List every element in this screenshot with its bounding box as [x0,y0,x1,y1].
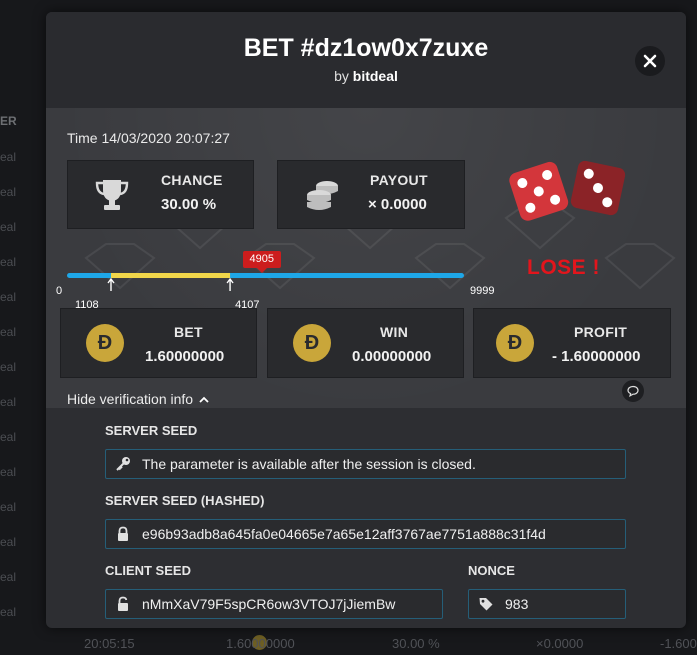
profit-label: PROFIT [574,324,628,340]
roll-range-bar [67,273,464,291]
chat-bubble-icon [627,385,639,397]
client-seed-label: CLIENT SEED [105,563,191,578]
client-seed-field[interactable]: nMmXaV79F5spCR6ow3VTOJ7jJiemBw [105,589,443,619]
background-payout: ×0.0000 [536,636,584,651]
chance-box: CHANCE 30.00 % [67,160,254,229]
win-range-segment [110,273,231,278]
modal-header: BET #dz1ow0x7zuxe by bitdeal [46,12,686,108]
background-row: eal [0,140,46,175]
profit-amount-box: Đ PROFIT - 1.60000000 [473,308,671,378]
background-column-header: ER [0,114,17,128]
background-row: eal [0,595,46,630]
background-row-text: eal [0,430,17,444]
background-row-text: eal [0,290,17,304]
range-max-label: 9999 [470,285,495,297]
background-row: eal [0,525,46,560]
background-row: eal [0,280,46,315]
coin-stack-icon [307,181,338,210]
background-row: eal [0,245,46,280]
background-row-text: eal [0,395,17,409]
payout-box: PAYOUT × 0.0000 [277,160,465,229]
coin-glyph: Đ [304,332,320,354]
chance-label: CHANCE [161,172,223,188]
background-profit: -1.600 [660,636,697,651]
coin-glyph: Đ [507,332,523,354]
payout-label: PAYOUT [370,172,428,188]
dice-icon [509,160,626,221]
background-row-text: eal [0,255,17,269]
modal-subtitle: by bitdeal [46,68,686,84]
subtitle-prefix: by [334,68,353,84]
hide-verification-toggle[interactable]: Hide verification info [67,391,209,407]
background-row-text: eal [0,535,17,549]
background-row-text: eal [0,500,17,514]
client-seed-value: nMmXaV79F5spCR6ow3VTOJ7jJiemBw [142,596,396,612]
background-row-text: eal [0,220,17,234]
background-row-text: eal [0,570,17,584]
hide-verification-label: Hide verification info [67,391,194,407]
server-seed-value: The parameter is available after the ses… [142,456,476,472]
chat-button[interactable] [622,380,644,402]
win-label: WIN [380,324,409,340]
background-row-text: eal [0,605,17,619]
background-row: eal [0,455,46,490]
bet-label: BET [174,324,203,340]
bet-time: Time 14/03/2020 20:07:27 [67,130,230,146]
background-row-text: eal [0,465,17,479]
key-icon [116,457,130,471]
win-range-end-arrow [226,277,234,291]
nonce-value: 983 [505,596,529,612]
nonce-field[interactable]: 983 [468,589,626,619]
background-row: eal [0,350,46,385]
bet-amount-box: Đ BET 1.60000000 [60,308,257,378]
background-row-text: eal [0,360,17,374]
lock-icon [118,526,128,541]
background-row: eal [0,490,46,525]
background-amount: 1.60000000 [226,636,295,651]
background-row: eal [0,385,46,420]
background-row: eal [0,560,46,595]
close-button[interactable] [635,46,665,76]
server-seed-hashed-value: e96b93adb8a645fa0e04665e7a65e12aff3767ae… [142,526,546,542]
payout-value: × 0.0000 [368,196,427,213]
modal-title: BET #dz1ow0x7zuxe [243,34,489,62]
background-row-text: eal [0,150,17,164]
server-seed-field[interactable]: The parameter is available after the ses… [105,449,626,479]
background-row: eal [0,210,46,245]
range-min-label: 0 [56,285,63,297]
doge-coin-icon: Đ [293,324,331,362]
close-icon [643,54,657,68]
chevron-up-icon [199,396,209,403]
background-time: 20:05:15 [84,636,135,651]
background-row-text: eal [0,185,17,199]
chance-value: 30.00 % [161,196,217,213]
background-row: eal [0,420,46,455]
background-row-text: eal [0,325,17,339]
nonce-label: NONCE [468,563,515,578]
profit-value: - 1.60000000 [552,348,641,365]
background-row: eal [0,175,46,210]
bet-result-panel: Time 14/03/2020 20:07:27 CHANCE 30.00 % … [46,108,686,408]
unlock-icon [118,596,128,611]
doge-coin-icon: Đ [496,324,534,362]
server-seed-hashed-field[interactable]: e96b93adb8a645fa0e04665e7a65e12aff3767ae… [105,519,626,549]
trophy-icon [95,180,129,210]
background-row: eal [0,315,46,350]
win-range-start-arrow [107,277,115,291]
roll-result-value: 4905 [249,253,274,265]
bet-value: 1.60000000 [145,348,225,365]
background-bottom-row: 20:05:15 1.60000000 30.00 % ×0.0000 -1.6… [46,632,697,655]
bet-author[interactable]: bitdeal [353,68,398,84]
roll-result-marker: 4905 [242,251,281,273]
tag-icon [479,598,493,611]
bet-details-modal: BET #dz1ow0x7zuxe by bitdeal Time 14/03/… [46,12,686,628]
server-seed-label: SERVER SEED [105,423,198,438]
doge-coin-icon: Đ [86,324,124,362]
background-chance: 30.00 % [392,636,440,651]
server-seed-hashed-label: SERVER SEED (HASHED) [105,493,265,508]
coin-glyph: Đ [97,332,113,354]
win-amount-box: Đ WIN 0.00000000 [267,308,464,378]
win-value: 0.00000000 [352,348,432,365]
